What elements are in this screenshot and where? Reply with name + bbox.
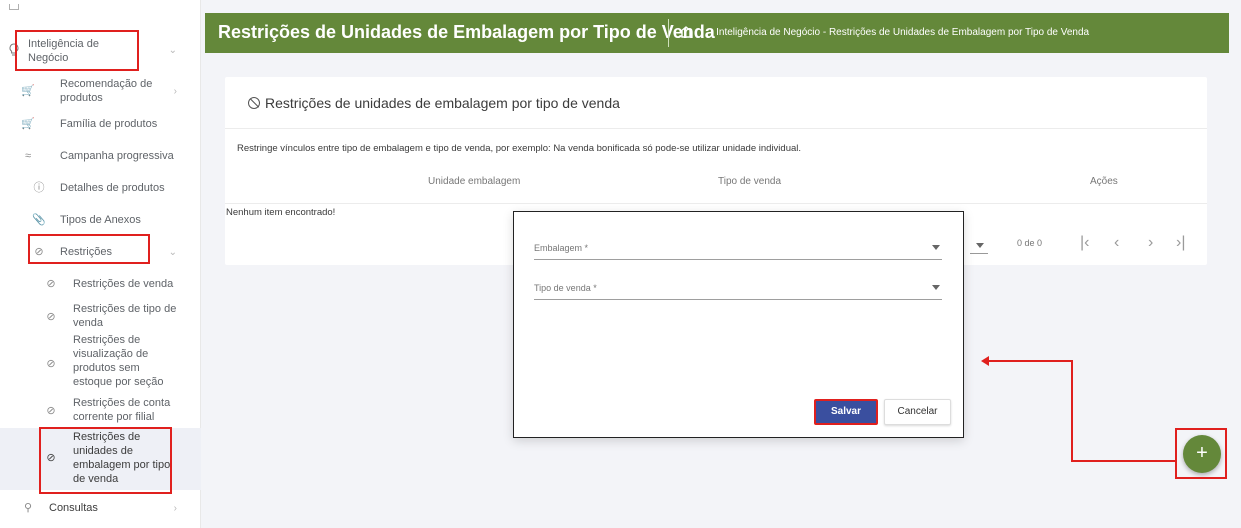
annotation-arrow-segment [1071, 460, 1175, 462]
first-page-icon[interactable]: |‹ [1080, 234, 1089, 252]
sidebar-item-familia[interactable]: 🛒 Família de produtos [0, 116, 201, 132]
sidebar-item-inteligencia[interactable]: Inteligência de Negócio ⌄ [0, 30, 201, 70]
chevron-right-icon: › [173, 503, 177, 514]
chevron-down-icon: ⌄ [168, 247, 177, 258]
pager-count: 0 de 0 [1017, 238, 1043, 248]
sidebar-item-recomendacao[interactable]: 🛒 Recomendação de produtos › [0, 76, 201, 106]
breadcrumb[interactable]: - Inteligência de Negócio - Restrições d… [710, 27, 1089, 38]
next-page-icon[interactable]: › [1148, 234, 1153, 252]
card-header: Restrições de unidades de embalagem por … [225, 77, 1207, 129]
add-button[interactable]: + [1183, 435, 1221, 473]
search-icon: ⚲ [23, 502, 33, 514]
last-page-icon[interactable]: ›| [1176, 234, 1185, 252]
sidebar-item-label: Detalhes de produtos [60, 182, 165, 194]
info-icon: ⓘ [33, 182, 45, 194]
sidebar-item-label: Consultas [49, 502, 98, 514]
sidebar-item-consultas[interactable]: ⚲ Consultas › [0, 500, 201, 516]
embalagem-label: Embalagem * [534, 243, 589, 253]
sidebar-item-detalhes[interactable]: ⓘ Detalhes de produtos [0, 180, 201, 196]
sidebar-item-anexos[interactable]: 📎 Tipos de Anexos [0, 212, 201, 228]
sidebar-item-label: Tipos de Anexos [60, 214, 141, 226]
empty-message: Nenhum item encontrado! [226, 207, 336, 218]
sidebar-sub-venda[interactable]: ⊘ Restrições de venda [0, 276, 201, 292]
sidebar-item-restricoes[interactable]: ⊘ Restrições ⌄ [0, 240, 201, 264]
cart-icon: 🛒 [21, 118, 35, 130]
annotation-arrow-segment [987, 360, 1072, 362]
lightbulb-icon [7, 43, 21, 57]
chevron-down-icon [932, 285, 940, 290]
sidebar-item-label: Restrições de venda [73, 278, 174, 290]
cancel-button[interactable]: Cancelar [884, 399, 951, 425]
column-header-unidade[interactable]: Unidade embalagem [428, 176, 520, 187]
block-icon: ⊘ [46, 452, 56, 464]
tipo-venda-select[interactable]: Tipo de venda * [534, 280, 942, 300]
column-header-tipo-venda[interactable]: Tipo de venda [718, 176, 781, 187]
sidebar-item-label: Restrições de tipo de venda [73, 303, 177, 329]
chevron-down-icon [932, 245, 940, 250]
tipo-venda-label: Tipo de venda * [534, 283, 597, 293]
chevron-down-icon: ⌄ [168, 45, 177, 56]
sidebar-item-label: Restrições de visualização de produtos s… [73, 334, 164, 388]
annotation-arrow-segment [1071, 360, 1073, 462]
header-divider [668, 19, 669, 47]
paperclip-icon: 📎 [32, 214, 46, 226]
sidebar-item-label: Restrições de unidades de embalagem por … [73, 431, 171, 485]
card-title: Restrições de unidades de embalagem por … [265, 95, 620, 111]
sidebar-sub-unidades-embalagem[interactable]: ⊘ Restrições de unidades de embalagem po… [0, 428, 201, 490]
page-header: Restrições de Unidades de Embalagem por … [205, 13, 1229, 53]
sidebar-item-label: Inteligência de Negócio [28, 38, 99, 64]
sidebar-item-label: Restrições de conta corrente por filial [73, 397, 171, 423]
sidebar-item-label: Recomendação de produtos [60, 78, 153, 104]
trend-icon: ≈ [24, 150, 32, 162]
sidebar-sub-conta-corrente[interactable]: ⊘ Restrições de conta corrente por filia… [0, 396, 201, 426]
block-icon: ⊘ [46, 311, 56, 323]
card-description: Restringe vínculos entre tipo de embalag… [237, 143, 802, 154]
table-divider [225, 203, 1207, 204]
chevron-right-icon: › [173, 86, 177, 97]
page-title: Restrições de Unidades de Embalagem por … [218, 22, 715, 42]
sidebar-sub-tipo-venda[interactable]: ⊘ Restrições de tipo de venda [0, 302, 201, 332]
menu-stub [9, 4, 19, 10]
home-icon[interactable] [678, 24, 696, 42]
sidebar-item-label: Família de produtos [60, 118, 158, 130]
prev-page-icon[interactable]: ‹ [1114, 234, 1119, 252]
sidebar-item-label: Campanha progressiva [60, 150, 174, 162]
add-restriction-dialog: Embalagem * Tipo de venda * Salvar Cance… [513, 211, 964, 438]
block-icon: ⊘ [46, 405, 56, 417]
sidebar-item-label: Restrições [60, 246, 112, 258]
save-button[interactable]: Salvar [814, 399, 878, 425]
embalagem-select[interactable]: Embalagem * [534, 240, 942, 260]
column-header-acoes: Ações [1090, 176, 1118, 187]
sidebar-sub-visualizacao[interactable]: ⊘ Restrições de visualização de produtos… [0, 333, 201, 393]
sidebar-item-campanha[interactable]: ≈ Campanha progressiva [0, 148, 201, 164]
sidebar: Inteligência de Negócio ⌄ 🛒 Recomendação… [0, 0, 201, 528]
block-icon [248, 97, 260, 109]
block-icon: ⊘ [46, 358, 56, 370]
block-icon: ⊘ [34, 246, 44, 258]
page-size-select[interactable] [970, 241, 988, 255]
cart-icon: 🛒 [21, 85, 35, 97]
block-icon: ⊘ [46, 278, 56, 290]
